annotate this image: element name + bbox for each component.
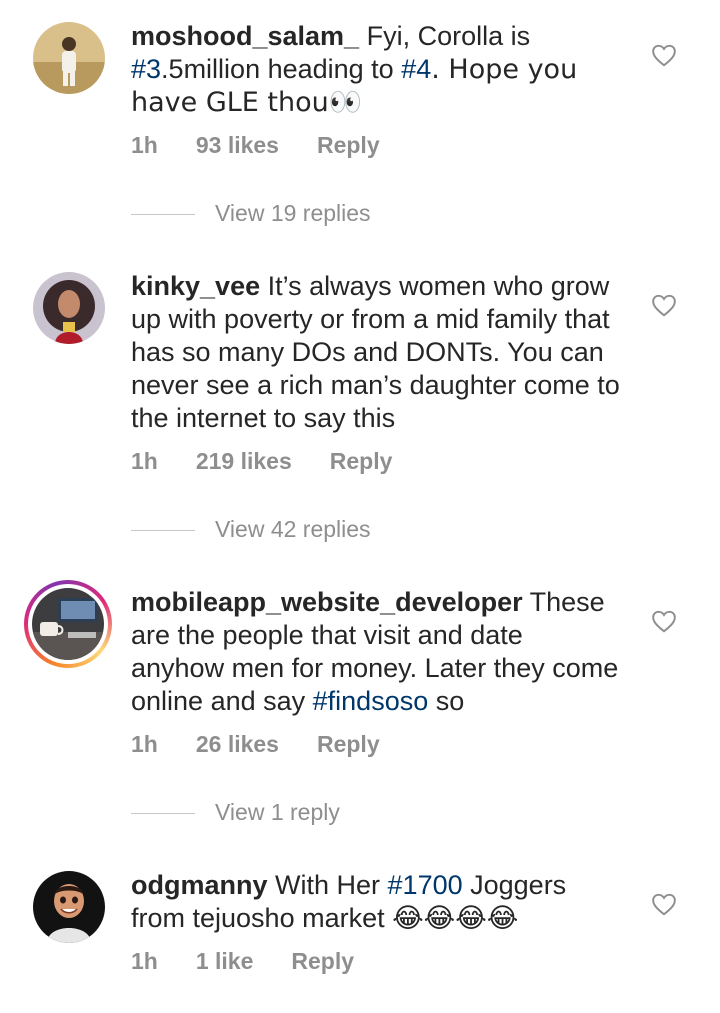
comment-meta: 1h 93 likes Reply [131, 132, 380, 159]
heart-outline-icon[interactable] [651, 892, 677, 916]
comment-username[interactable]: moshood_salam_ [131, 21, 359, 51]
comment-meta: 1h 26 likes Reply [131, 731, 380, 758]
comment-text: mobileapp_website_developer These are th… [131, 586, 621, 718]
hashtag-link[interactable]: #3 [131, 54, 161, 84]
comment-text-segment: .5million heading to [161, 54, 402, 84]
reply-button[interactable]: Reply [317, 132, 380, 159]
comment-text-segment: With Her [267, 870, 388, 900]
heart-outline-icon[interactable] [651, 293, 677, 317]
laughing-emoji: 😂😂😂😂 [392, 903, 519, 934]
comment-text: kinky_vee It’s always women who grow up … [131, 270, 621, 435]
hashtag-link[interactable]: #1700 [388, 870, 463, 900]
avatar-story-ring[interactable] [24, 580, 112, 668]
comment-username[interactable]: odgmanny [131, 870, 268, 900]
comment-text: moshood_salam_ Fyi, Corolla is #3.5milli… [131, 20, 621, 119]
view-replies-label: View 1 reply [215, 799, 340, 825]
comment-time: 1h [131, 731, 158, 757]
divider-line [131, 530, 195, 531]
comment-likes[interactable]: 219 likes [196, 448, 292, 475]
avatar[interactable] [33, 871, 105, 943]
hashtag-link[interactable]: #4 [401, 54, 431, 84]
comment-time: 1h [131, 132, 158, 158]
comment-likes[interactable]: 1 like [196, 948, 254, 975]
avatar[interactable] [33, 272, 105, 344]
reply-button[interactable]: Reply [291, 948, 354, 975]
divider-line [131, 813, 195, 814]
comment-text-segment: Fyi, Corolla is [359, 21, 531, 51]
hashtag-link[interactable]: #findsoso [313, 686, 429, 716]
comment-time: 1h [131, 448, 158, 474]
view-replies-label: View 19 replies [215, 200, 371, 226]
avatar[interactable] [33, 22, 105, 94]
view-replies-label: View 42 replies [215, 516, 371, 542]
comment-time: 1h [131, 948, 158, 974]
comment-meta: 1h 219 likes Reply [131, 448, 392, 475]
comment-likes[interactable]: 26 likes [196, 731, 279, 758]
comment-username[interactable]: mobileapp_website_developer [131, 587, 523, 617]
comment-username[interactable]: kinky_vee [131, 271, 260, 301]
comment-meta: 1h 1 like Reply [131, 948, 354, 975]
avatar [28, 584, 108, 664]
reply-button[interactable]: Reply [317, 731, 380, 758]
comment-likes[interactable]: 93 likes [196, 132, 279, 159]
comment-text: odgmanny With Her #1700 Joggers from tej… [131, 869, 621, 935]
comment-text-segment: so [428, 686, 465, 716]
divider-line [131, 214, 195, 215]
heart-outline-icon[interactable] [651, 609, 677, 633]
heart-outline-icon[interactable] [651, 43, 677, 67]
reply-button[interactable]: Reply [330, 448, 393, 475]
